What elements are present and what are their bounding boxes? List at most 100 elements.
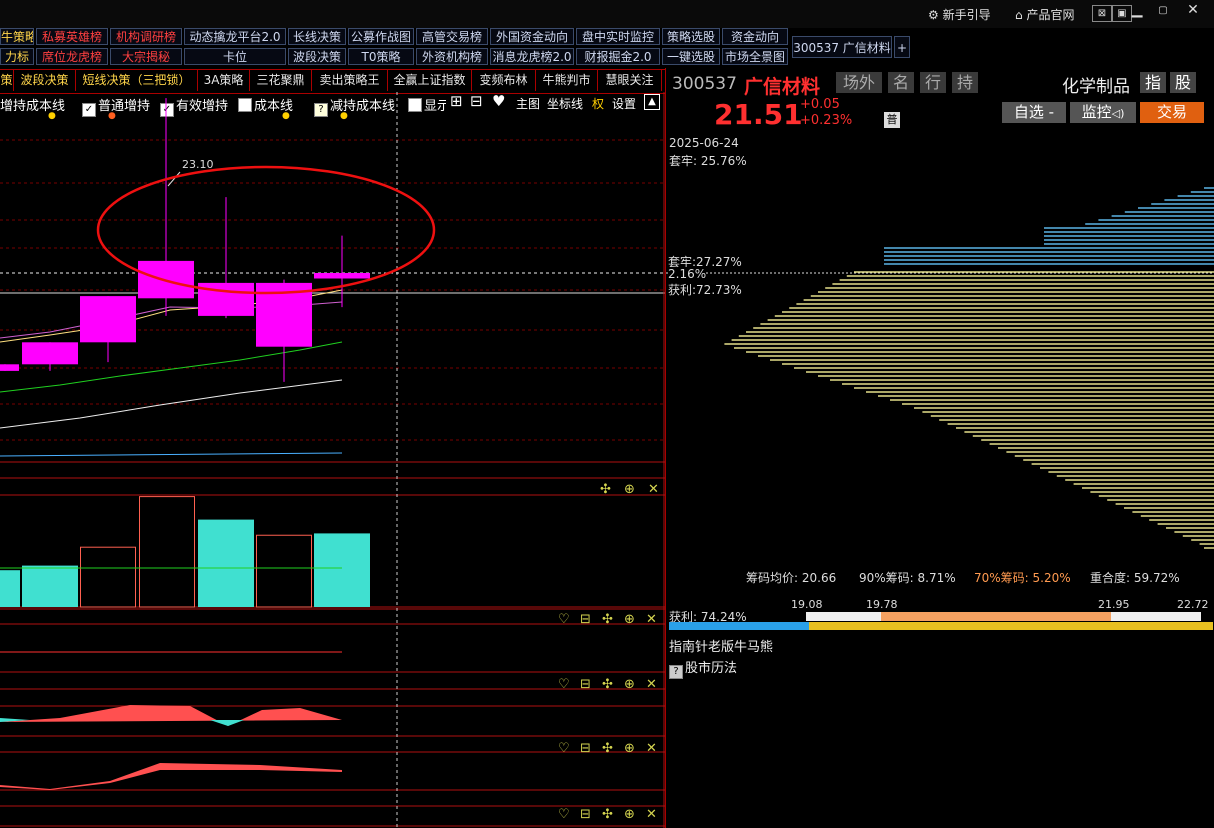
grid-item[interactable]: T0策略: [348, 48, 414, 65]
close-icon[interactable]: ✕: [646, 807, 657, 822]
stock-tab[interactable]: 300537 广信材料: [792, 36, 892, 58]
window-icon[interactable]: ⊟: [580, 807, 591, 822]
guide-link[interactable]: ⚙ 新手引导: [928, 6, 991, 23]
grid-item[interactable]: 盘中实时监控: [576, 28, 660, 45]
close-icon[interactable]: ✕: [646, 677, 657, 692]
window-icon[interactable]: ⊟: [580, 741, 591, 756]
zoom-icon[interactable]: ⊕: [624, 482, 635, 497]
grid-item[interactable]: 卡位: [184, 48, 286, 65]
grid-item[interactable]: 动态擒龙平台2.0: [184, 28, 286, 45]
link-bull-bear[interactable]: 指南针老版牛马熊: [669, 636, 773, 655]
grid-item[interactable]: 策略选股: [662, 28, 720, 45]
expand-icon[interactable]: ✣: [602, 677, 613, 692]
high-label: 23.10: [182, 158, 214, 171]
industry-button[interactable]: 指: [1140, 72, 1166, 93]
highlight-ellipse: [96, 165, 436, 295]
title-bar: ⚙ 新手引导 ⌂ 产品官网 ⊠ ▣ ▁ ▢ ✕: [0, 0, 1214, 29]
volume-bar: [0, 570, 20, 607]
strategy-tab[interactable]: 卖出策略王: [312, 70, 388, 91]
expand-icon[interactable]: ✣: [602, 612, 613, 627]
chart-area: 23.10 ✣ ⊕ ✕ ♡ ⊟ ✣ ⊕ ✕ ♡ ⊟ ✣ ⊕ ✕ ♡ ⊟ ✣ ⊕ ✕ ♡ ⊟ ✣ ⊕ ✕: [0, 92, 665, 828]
add-tab-button[interactable]: +: [894, 36, 910, 58]
grid-item[interactable]: 私募英雄榜: [36, 28, 108, 45]
close-icon[interactable]: ✕: [646, 612, 657, 627]
heart-icon[interactable]: ♡: [558, 741, 570, 756]
heart-icon[interactable]: ♡: [558, 612, 570, 627]
trade-button[interactable]: 交易: [1140, 102, 1204, 123]
grid-item[interactable]: 公募作战图: [348, 28, 414, 45]
right-panel: 300537 广信材料 场外名行持 化学制品 指股 21.51 +0.05 +0…: [665, 68, 1214, 828]
grid-item[interactable]: 席位龙虎榜: [36, 48, 108, 65]
industry-label[interactable]: 化学制品: [1062, 72, 1130, 97]
zoom-icon[interactable]: ⊕: [624, 612, 635, 627]
volume-bar: [198, 519, 254, 607]
chip-90: 90%筹码: 8.71%: [859, 571, 956, 585]
grid-item[interactable]: 外国资金动向: [490, 28, 574, 45]
price-change: +0.05: [800, 97, 840, 112]
grid-item[interactable]: 力标: [0, 48, 34, 65]
stock-tag[interactable]: 名: [888, 72, 914, 93]
grid-item[interactable]: 长线决策: [288, 28, 346, 45]
window-icon[interactable]: ⊟: [580, 677, 591, 692]
stock-tag[interactable]: 行: [920, 72, 946, 93]
chip-trapped-top: 套牢: 25.76%: [669, 154, 747, 168]
expand-icon[interactable]: ✣: [602, 741, 613, 756]
strategy-tab[interactable]: 三花聚鼎: [250, 70, 312, 91]
strategy-tab[interactable]: 慧眼关注: [598, 70, 662, 91]
strategy-tab[interactable]: 3A策略: [198, 70, 250, 91]
window-icon[interactable]: ⊟: [580, 612, 591, 627]
badge: 普: [884, 112, 900, 128]
grid-item[interactable]: 财报掘金2.0: [576, 48, 660, 65]
chip-mid: 2.16%: [668, 267, 707, 281]
close-icon[interactable]: ✕: [648, 482, 659, 497]
expand-icon[interactable]: ✣: [600, 482, 611, 497]
strategy-tab[interactable]: 策: [0, 70, 14, 91]
zoom-icon[interactable]: ⊕: [624, 677, 635, 692]
stock-name: 广信材料: [744, 76, 821, 98]
close-icon[interactable]: ✕: [646, 741, 657, 756]
sound-icon: ◁): [1111, 107, 1125, 120]
volume-bar: [139, 496, 195, 608]
guide-icon: ⚙: [928, 8, 939, 22]
grid-item[interactable]: 一键选股: [662, 48, 720, 65]
industry-button[interactable]: 股: [1170, 72, 1196, 93]
close-icon[interactable]: ✕: [1184, 3, 1202, 18]
stock-tag[interactable]: 持: [952, 72, 978, 93]
strategy-tab[interactable]: 变频布林: [472, 70, 536, 91]
grid-item[interactable]: 市场全景图: [722, 48, 788, 65]
price: 21.51: [714, 98, 803, 131]
grid-item[interactable]: 资金动向: [722, 28, 788, 45]
chip-profit: 获利:72.73%: [668, 281, 742, 298]
maximize-icon[interactable]: ▢: [1154, 3, 1172, 18]
zoom-icon[interactable]: ⊕: [624, 741, 635, 756]
minimize-icon[interactable]: ▁: [1128, 3, 1146, 18]
grid-item[interactable]: 消息龙虎榜2.0: [490, 48, 574, 65]
strategy-tab[interactable]: 波段决策: [14, 70, 76, 91]
scale-3: 21.95: [1098, 598, 1130, 611]
volume-bar: [256, 534, 312, 608]
monitor-button[interactable]: 监控◁): [1070, 102, 1136, 123]
strategy-tab[interactable]: 短线决策（三把锁）: [76, 70, 198, 91]
strategy-tab[interactable]: 牛熊判市: [536, 70, 598, 91]
grid-item[interactable]: 机构调研榜: [110, 28, 182, 45]
grid-item[interactable]: 高管交易榜: [416, 28, 488, 45]
expand-icon[interactable]: ✣: [602, 807, 613, 822]
grid-close-icon[interactable]: ⊠: [1092, 5, 1112, 22]
watchlist-button[interactable]: 自选 -: [1002, 102, 1066, 123]
stock-tag[interactable]: 场外: [836, 72, 882, 93]
grid-item[interactable]: 波段决策: [288, 48, 346, 65]
price-change-pct: +0.23%: [800, 113, 853, 128]
grid-item[interactable]: 外资机构榜: [416, 48, 488, 65]
grid-item[interactable]: 大宗揭秘: [110, 48, 182, 65]
website-link[interactable]: ⌂ 产品官网: [1015, 6, 1074, 23]
strategy-tab[interactable]: 全赢上证指数: [388, 70, 472, 91]
heart-icon[interactable]: ♡: [558, 677, 570, 692]
volume-bar: [314, 533, 370, 607]
link-calendar[interactable]: ? 股市历法: [669, 657, 737, 679]
scale-1: 19.08: [791, 598, 823, 611]
grid-item[interactable]: 牛策略: [0, 28, 34, 45]
profit-bar: [669, 612, 1213, 632]
heart-icon[interactable]: ♡: [558, 807, 570, 822]
zoom-icon[interactable]: ⊕: [624, 807, 635, 822]
chip-avg: 筹码均价: 20.66: [746, 571, 837, 585]
